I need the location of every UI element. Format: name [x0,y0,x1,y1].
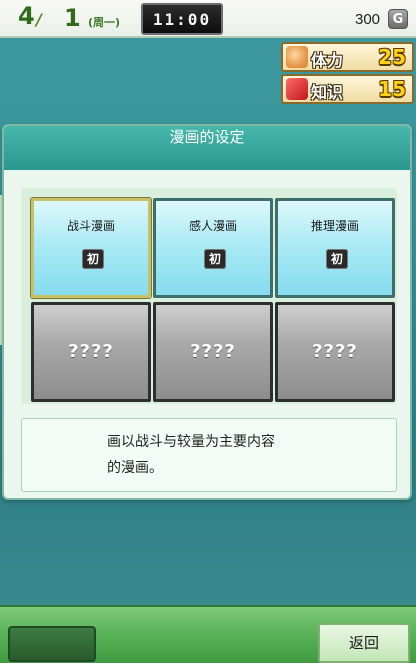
stamina-value: 25 [378,45,406,69]
beginner-badge-icon: 初 [204,249,226,269]
book-icon [286,78,308,100]
knowledge-value: 15 [378,77,406,101]
locked-card-label: ???? [312,341,358,362]
status-bar: 4 / 1 (周一) 11:00 300 G [0,0,416,38]
money-amount: 300 [355,11,381,28]
genre-card-mystery[interactable]: 推理漫画 初 [275,198,395,298]
weekday-label: (周一) [88,16,121,29]
menu-button[interactable] [8,626,96,662]
stamina-icon [286,46,308,68]
back-button[interactable]: 返回 [318,623,410,663]
genre-card-battle[interactable]: 战斗漫画 初 [31,198,151,298]
genre-card-title: 战斗漫画 [66,219,115,233]
locked-card-label: ???? [190,341,236,362]
genre-card-locked[interactable]: ???? [153,302,273,402]
genre-card-locked[interactable]: ???? [275,302,395,402]
locked-card-label: ???? [68,341,114,362]
description-line: 的漫画。 [107,460,163,476]
stamina-stat: 体力 25 [281,42,414,72]
stamina-label: 体力 [311,51,344,70]
dialog-title: 漫画的设定 [169,128,245,146]
dialog-header: 漫画的设定 [4,126,410,170]
month-value: 4 [18,2,35,30]
week-value: 1 [64,4,81,32]
clock-time: 11:00 [152,9,212,29]
clock-display: 11:00 [141,3,223,35]
bottom-bar: 返回 [0,605,416,663]
genre-description-box: 画以战斗与较量为主要内容 的漫画。 [21,418,397,492]
genre-card-locked[interactable]: ???? [31,302,151,402]
beginner-badge-icon: 初 [82,249,104,269]
knowledge-stat: 知识 15 [281,74,414,104]
beginner-badge-icon: 初 [326,249,348,269]
manga-settings-dialog: 漫画的设定 战斗漫画 初 感人漫画 初 推理漫画 初 ???? ???? ???… [2,124,412,500]
genre-card-touching[interactable]: 感人漫画 初 [153,198,273,298]
gold-coin-icon: G [388,9,408,29]
description-line: 画以战斗与较量为主要内容 [107,434,275,450]
genre-card-title: 推理漫画 [310,219,359,233]
month-separator: / [36,10,42,29]
genre-grid: 战斗漫画 初 感人漫画 初 推理漫画 初 ???? ???? ???? [21,188,397,404]
genre-card-title: 感人漫画 [188,219,237,233]
knowledge-label: 知识 [311,83,344,102]
